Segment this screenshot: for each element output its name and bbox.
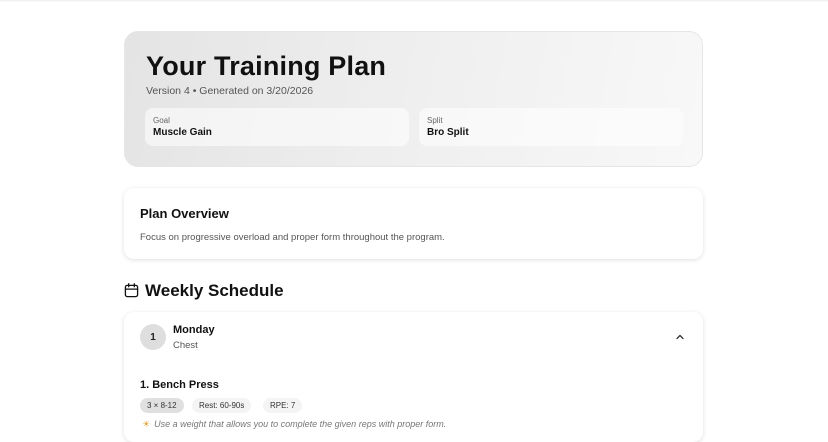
calendar-icon [124, 283, 139, 298]
rest-chip: Rest: 60-90s [192, 398, 252, 413]
split-value: Bro Split [427, 127, 469, 138]
lightbulb-icon: ☀ [142, 419, 151, 429]
top-divider [0, 0, 828, 2]
exercise-tip-text: Use a weight that allows you to complete… [154, 419, 447, 429]
weekly-schedule-title: Weekly Schedule [145, 281, 284, 300]
day-card-monday: 1 Monday Chest 1. Bench Press 3 × 8-12 R… [124, 312, 703, 442]
sets-reps-chip: 3 × 8-12 [140, 398, 184, 413]
exercise-tip: ☀ Use a weight that allows you to complet… [142, 419, 446, 430]
day-name: Monday [173, 324, 215, 336]
goal-label: Goal [153, 116, 170, 125]
page-title: Your Training Plan [146, 51, 387, 81]
goal-box: Goal Muscle Gain [145, 108, 409, 146]
exercise-title: 1. Bench Press [140, 379, 219, 391]
day-number-badge: 1 [140, 324, 166, 350]
plan-header-card: Your Training Plan Version 4 • Generated… [124, 31, 703, 167]
plan-overview-title: Plan Overview [140, 206, 229, 221]
plan-overview-card: Plan Overview Focus on progressive overl… [124, 188, 703, 259]
split-box: Split Bro Split [419, 108, 683, 146]
goal-value: Muscle Gain [153, 127, 212, 138]
plan-version-info: Version 4 • Generated on 3/20/2026 [146, 85, 314, 97]
rpe-chip: RPE: 7 [263, 398, 303, 413]
split-label: Split [427, 116, 443, 125]
chevron-up-icon[interactable] [675, 332, 685, 342]
day-focus: Chest [173, 340, 198, 351]
plan-overview-text: Focus on progressive overload and proper… [140, 232, 445, 243]
